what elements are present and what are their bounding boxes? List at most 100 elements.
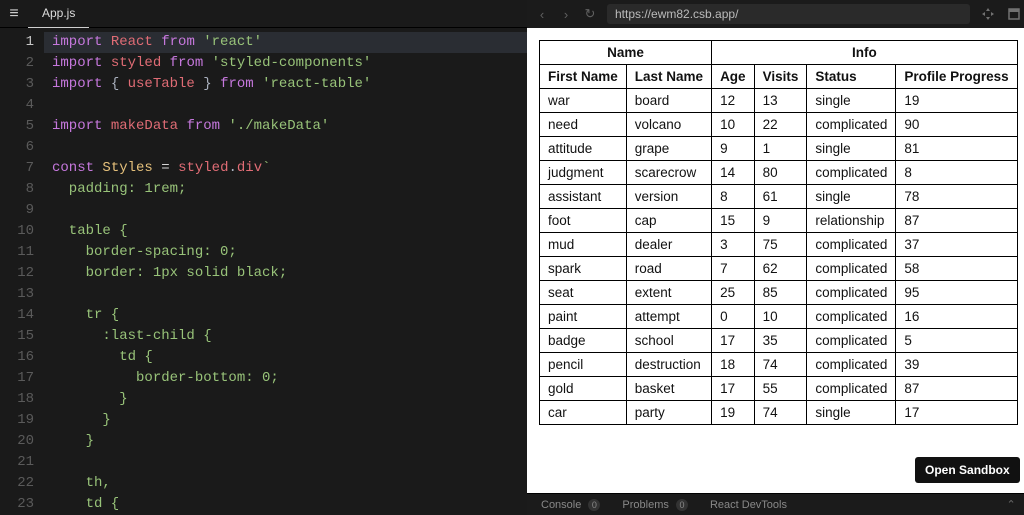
preview-page[interactable]: NameInfoFirst NameLast NameAgeVisitsStat… <box>527 28 1024 493</box>
table-cell: spark <box>540 257 627 281</box>
table-cell: 8 <box>712 185 755 209</box>
hamburger-icon[interactable]: ≡ <box>0 0 28 28</box>
console-count-badge: 0 <box>588 499 600 511</box>
table-row: muddealer375complicated37 <box>540 233 1018 257</box>
table-cell: single <box>807 137 896 161</box>
table-cell: cap <box>626 209 711 233</box>
table-cell: mud <box>540 233 627 257</box>
table-cell: badge <box>540 329 627 353</box>
editor-tab[interactable]: App.js <box>28 0 89 28</box>
code-area[interactable]: 1234567891011121314151617181920212223 im… <box>0 28 527 515</box>
table-cell: complicated <box>807 377 896 401</box>
url-bar[interactable]: https://ewm82.csb.app/ <box>607 4 970 24</box>
devtools-collapse-icon[interactable]: ⌃ <box>1006 498 1015 511</box>
table-cell: volcano <box>626 113 711 137</box>
table-cell: 55 <box>754 377 807 401</box>
table-cell: 1 <box>754 137 807 161</box>
open-sandbox-button[interactable]: Open Sandbox <box>915 457 1020 483</box>
data-table: NameInfoFirst NameLast NameAgeVisitsStat… <box>539 40 1018 425</box>
editor-pane: ≡ App.js 1234567891011121314151617181920… <box>0 0 527 515</box>
table-row: sparkroad762complicated58 <box>540 257 1018 281</box>
table-cell: grape <box>626 137 711 161</box>
table-cell: complicated <box>807 257 896 281</box>
table-cell: judgment <box>540 161 627 185</box>
table-cell: 75 <box>754 233 807 257</box>
table-cell: basket <box>626 377 711 401</box>
table-cell: complicated <box>807 329 896 353</box>
devtab-problems[interactable]: Problems 0 <box>622 499 688 511</box>
table-row: attitudegrape91single81 <box>540 137 1018 161</box>
table-cell: 8 <box>896 161 1017 185</box>
column-header: Profile Progress <box>896 65 1017 89</box>
reload-icon[interactable]: ↻ <box>583 6 597 22</box>
table-cell: school <box>626 329 711 353</box>
column-header: Visits <box>754 65 807 89</box>
table-cell: single <box>807 89 896 113</box>
table-cell: board <box>626 89 711 113</box>
table-cell: 25 <box>712 281 755 305</box>
nav-forward-icon[interactable]: › <box>559 7 573 22</box>
table-cell: relationship <box>807 209 896 233</box>
table-row: footcap159relationship87 <box>540 209 1018 233</box>
table-cell: road <box>626 257 711 281</box>
table-cell: gold <box>540 377 627 401</box>
url-text: https://ewm82.csb.app/ <box>615 7 738 21</box>
preview-toolbar: ‹ › ↻ https://ewm82.csb.app/ <box>527 0 1024 28</box>
table-cell: assistant <box>540 185 627 209</box>
table-cell: attitude <box>540 137 627 161</box>
table-cell: 81 <box>896 137 1017 161</box>
table-cell: single <box>807 401 896 425</box>
devtools-tabs: Console 0 Problems 0 React DevTools ⌃ <box>527 493 1024 515</box>
app-root: ≡ App.js 1234567891011121314151617181920… <box>0 0 1024 515</box>
table-cell: 3 <box>712 233 755 257</box>
table-cell: 95 <box>896 281 1017 305</box>
editor-tab-label: App.js <box>42 6 75 20</box>
table-cell: complicated <box>807 233 896 257</box>
code-lines: import React from 'react'import styled f… <box>44 28 527 515</box>
table-cell: 17 <box>712 377 755 401</box>
table-cell: 85 <box>754 281 807 305</box>
column-header: Status <box>807 65 896 89</box>
column-header: First Name <box>540 65 627 89</box>
table-cell: 13 <box>754 89 807 113</box>
table-cell: 9 <box>754 209 807 233</box>
table-cell: complicated <box>807 353 896 377</box>
expand-icon[interactable] <box>980 6 996 22</box>
table-row: paintattempt010complicated16 <box>540 305 1018 329</box>
table-row: badgeschool1735complicated5 <box>540 329 1018 353</box>
table-cell: destruction <box>626 353 711 377</box>
table-cell: foot <box>540 209 627 233</box>
table-cell: pencil <box>540 353 627 377</box>
table-cell: 12 <box>712 89 755 113</box>
table-cell: 17 <box>896 401 1017 425</box>
table-row: seatextent2585complicated95 <box>540 281 1018 305</box>
table-cell: complicated <box>807 113 896 137</box>
editor-tabbar: ≡ App.js <box>0 0 527 28</box>
table-cell: 74 <box>754 401 807 425</box>
table-cell: 80 <box>754 161 807 185</box>
table-cell: complicated <box>807 305 896 329</box>
table-cell: 87 <box>896 377 1017 401</box>
table-cell: scarecrow <box>626 161 711 185</box>
table-cell: 18 <box>712 353 755 377</box>
devtab-problems-label: Problems <box>622 499 668 511</box>
table-row: warboard1213single19 <box>540 89 1018 113</box>
devtab-react[interactable]: React DevTools <box>710 499 787 511</box>
table-cell: complicated <box>807 281 896 305</box>
table-cell: 17 <box>712 329 755 353</box>
table-row: needvolcano1022complicated90 <box>540 113 1018 137</box>
table-cell: 10 <box>712 113 755 137</box>
line-number-gutter: 1234567891011121314151617181920212223 <box>0 28 44 515</box>
table-row: pencildestruction1874complicated39 <box>540 353 1018 377</box>
devtab-console[interactable]: Console 0 <box>541 499 600 511</box>
table-cell: seat <box>540 281 627 305</box>
table-cell: 16 <box>896 305 1017 329</box>
table-cell: extent <box>626 281 711 305</box>
nav-back-icon[interactable]: ‹ <box>535 7 549 22</box>
new-window-icon[interactable] <box>1006 6 1022 22</box>
table-cell: 15 <box>712 209 755 233</box>
table-cell: 87 <box>896 209 1017 233</box>
table-row: goldbasket1755complicated87 <box>540 377 1018 401</box>
table-cell: attempt <box>626 305 711 329</box>
column-header: Age <box>712 65 755 89</box>
